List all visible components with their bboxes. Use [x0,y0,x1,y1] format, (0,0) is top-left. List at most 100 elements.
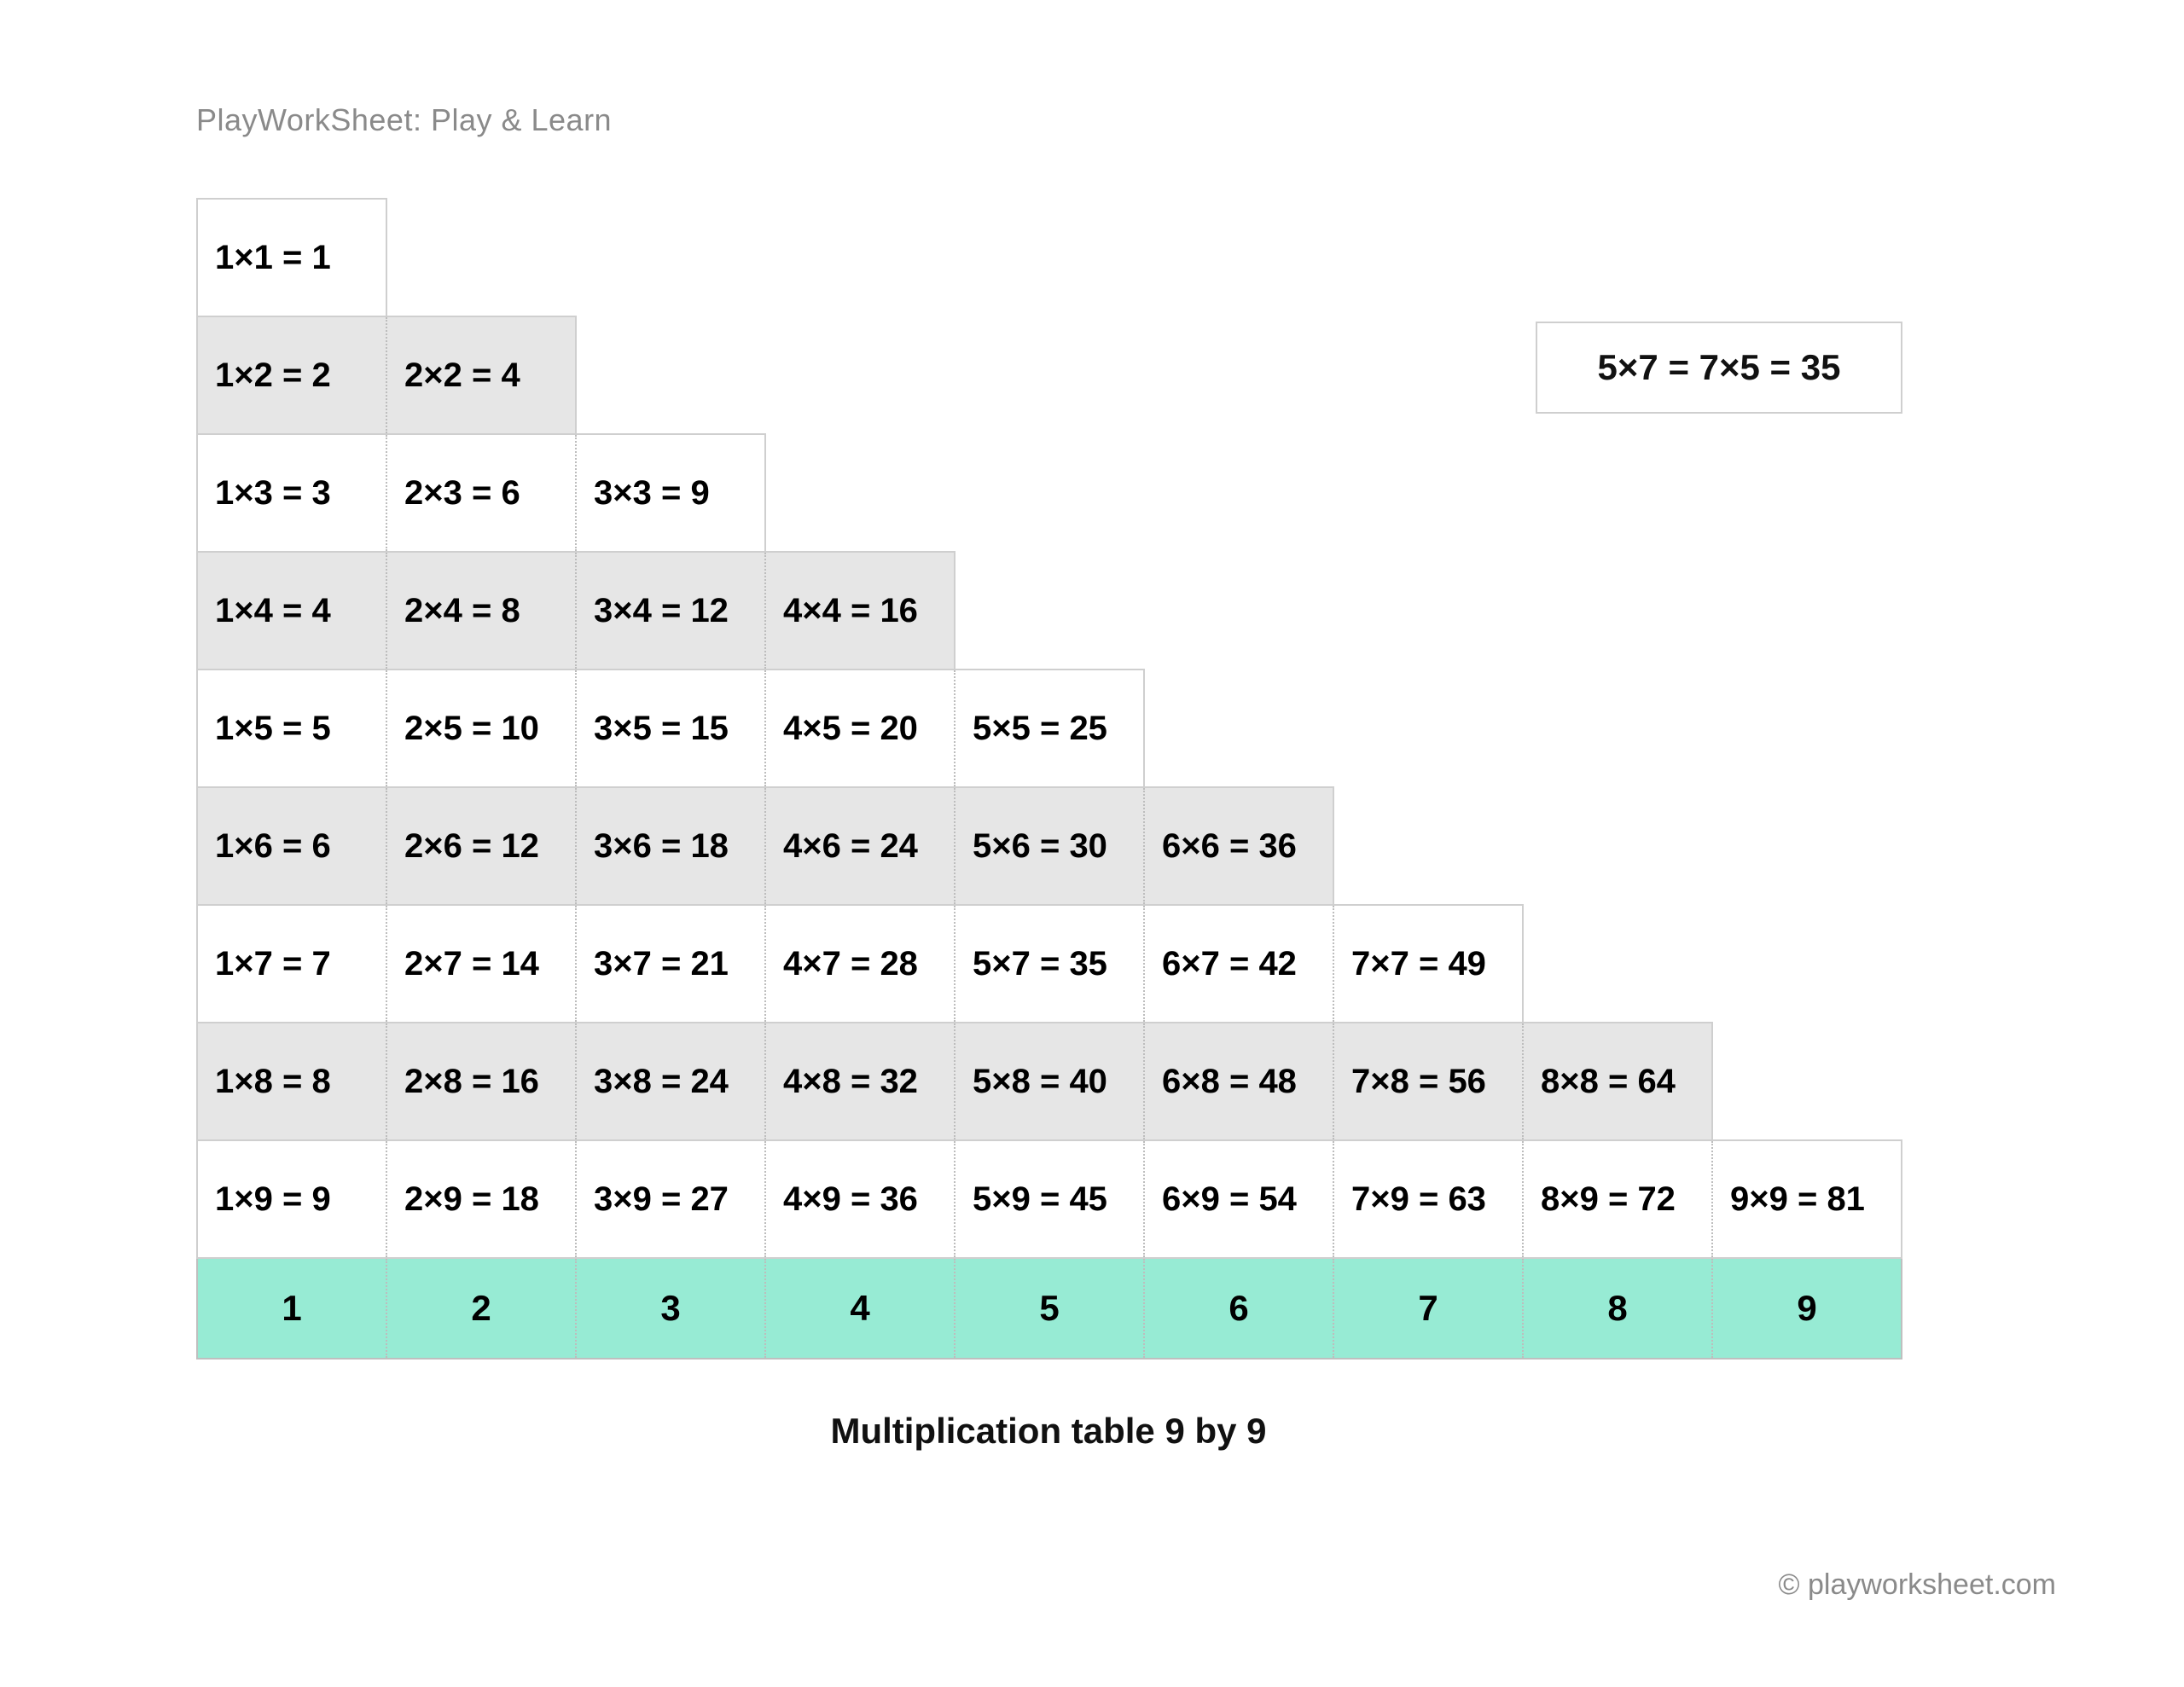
table-cell-empty [1333,199,1523,316]
table-cell-diagonal: 4×4 = 16 [765,552,955,670]
table-cell-empty [386,199,576,316]
table-cell-empty [1523,552,1712,670]
table-row: 1×8 = 82×8 = 163×8 = 244×8 = 325×8 = 406… [197,1023,1902,1140]
table-cell: 4×8 = 32 [765,1023,955,1140]
table-cell-empty [1333,434,1523,552]
table-cell-diagonal: 6×6 = 36 [1144,787,1333,905]
table-cell-empty [1523,905,1712,1023]
table-cell-empty [1333,552,1523,670]
table-cell: 4×6 = 24 [765,787,955,905]
table-cell: 3×5 = 15 [576,670,765,787]
table-cell: 4×5 = 20 [765,670,955,787]
table-cell: 1×4 = 4 [197,552,386,670]
table-row: 1×9 = 92×9 = 183×9 = 274×9 = 365×9 = 456… [197,1140,1902,1258]
table-row: 1×7 = 72×7 = 143×7 = 214×7 = 285×7 = 356… [197,905,1902,1023]
table-cell-empty [955,434,1144,552]
table-cell: 6×7 = 42 [1144,905,1333,1023]
table-cell-empty [1144,316,1333,434]
column-number: 6 [1144,1258,1333,1359]
table-cell-empty [1712,552,1902,670]
table-cell: 3×8 = 24 [576,1023,765,1140]
table-cell-empty [765,199,955,316]
table-cell: 3×7 = 21 [576,905,765,1023]
column-number: 1 [197,1258,386,1359]
table-cell: 1×5 = 5 [197,670,386,787]
table-cell-empty [1144,434,1333,552]
table-cell-diagonal: 5×5 = 25 [955,670,1144,787]
column-number: 7 [1333,1258,1523,1359]
table-cell-empty [1144,552,1333,670]
table-cell-empty [1523,199,1712,316]
table-cell-empty [955,552,1144,670]
table-cell-diagonal: 1×1 = 1 [197,199,386,316]
table-cell: 1×2 = 2 [197,316,386,434]
table-caption: Multiplication table 9 by 9 [196,1411,1901,1452]
table-cell-empty [765,434,955,552]
table-cell-diagonal: 7×7 = 49 [1333,905,1523,1023]
table-cell: 5×8 = 40 [955,1023,1144,1140]
table-row: 1×4 = 42×4 = 83×4 = 124×4 = 16 [197,552,1902,670]
column-number: 8 [1523,1258,1712,1359]
table-row: 1×1 = 1 [197,199,1902,316]
table-cell-empty [1712,670,1902,787]
table-cell: 3×4 = 12 [576,552,765,670]
table-cell-empty [1523,787,1712,905]
table-footer-row: 123456789 [197,1258,1902,1359]
table-cell-diagonal: 9×9 = 81 [1712,1140,1902,1258]
table-cell-empty [1712,1023,1902,1140]
table-cell: 7×9 = 63 [1333,1140,1523,1258]
table-cell: 2×8 = 16 [386,1023,576,1140]
table-cell: 1×6 = 6 [197,787,386,905]
table-cell: 2×6 = 12 [386,787,576,905]
table-cell-empty [1333,670,1523,787]
table-cell-empty [765,316,955,434]
page-header: PlayWorkSheet: Play & Learn [196,102,1988,138]
table-cell: 1×8 = 8 [197,1023,386,1140]
table-cell: 5×6 = 30 [955,787,1144,905]
column-number: 5 [955,1258,1144,1359]
page-footer: © playworksheet.com [1778,1568,2056,1602]
table-cell: 2×9 = 18 [386,1140,576,1258]
table-cell-empty [1712,787,1902,905]
table-cell-empty [955,316,1144,434]
table-cell: 2×5 = 10 [386,670,576,787]
table-cell: 7×8 = 56 [1333,1023,1523,1140]
table-cell-empty [1333,316,1523,434]
table-cell: 3×9 = 27 [576,1140,765,1258]
table-cell: 2×7 = 14 [386,905,576,1023]
table-cell-diagonal: 2×2 = 4 [386,316,576,434]
table-cell-empty [955,199,1144,316]
table-cell-empty [1333,787,1523,905]
example-callout: 5×7 = 7×5 = 35 [1536,322,1902,414]
table-cell: 1×7 = 7 [197,905,386,1023]
table-cell-diagonal: 8×8 = 64 [1523,1023,1712,1140]
column-number: 2 [386,1258,576,1359]
table-row: 1×3 = 32×3 = 63×3 = 9 [197,434,1902,552]
table-cell: 1×9 = 9 [197,1140,386,1258]
table-cell-empty [1712,199,1902,316]
table-cell: 6×8 = 48 [1144,1023,1333,1140]
table-cell-diagonal: 3×3 = 9 [576,434,765,552]
table-cell: 8×9 = 72 [1523,1140,1712,1258]
table-cell: 4×9 = 36 [765,1140,955,1258]
table-cell-empty [1523,434,1712,552]
column-number: 4 [765,1258,955,1359]
table-cell: 1×3 = 3 [197,434,386,552]
table-cell: 4×7 = 28 [765,905,955,1023]
table-row: 1×5 = 52×5 = 103×5 = 154×5 = 205×5 = 25 [197,670,1902,787]
worksheet-page: PlayWorkSheet: Play & Learn 1×1 = 11×2 =… [0,0,2184,1687]
table-cell-empty [1712,434,1902,552]
stage: 1×1 = 11×2 = 22×2 = 41×3 = 32×3 = 63×3 =… [196,198,1988,1452]
column-number: 9 [1712,1258,1902,1359]
column-number: 3 [576,1258,765,1359]
table-cell: 2×4 = 8 [386,552,576,670]
table-cell-empty [576,199,765,316]
table-cell: 2×3 = 6 [386,434,576,552]
table-cell: 3×6 = 18 [576,787,765,905]
table-row: 1×6 = 62×6 = 123×6 = 184×6 = 245×6 = 306… [197,787,1902,905]
table-cell-empty [1712,905,1902,1023]
table-cell-empty [1523,670,1712,787]
table-cell: 5×7 = 35 [955,905,1144,1023]
table-cell: 6×9 = 54 [1144,1140,1333,1258]
table-cell-empty [1144,199,1333,316]
